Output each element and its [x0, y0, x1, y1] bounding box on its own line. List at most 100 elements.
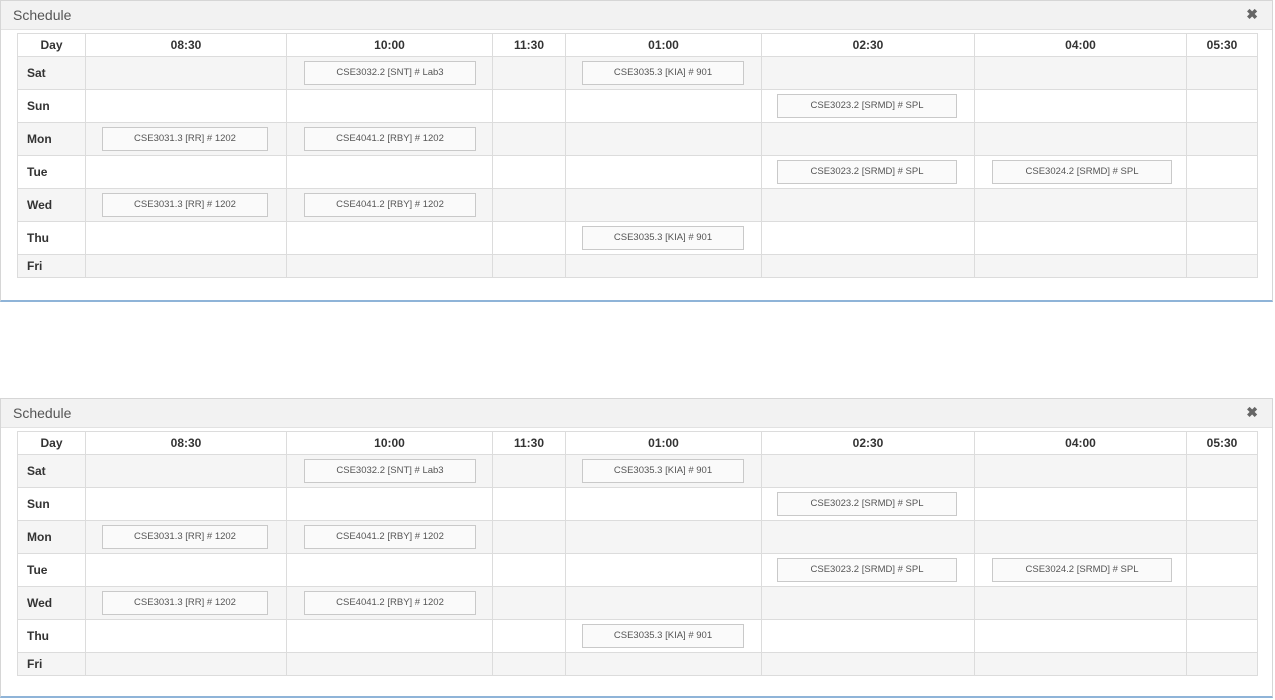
time-slot-cell [85, 619, 287, 653]
time-slot-cell: CSE3035.3 [KIA] # 901 [565, 619, 762, 653]
panel-title: Schedule [13, 7, 72, 23]
day-label: Wed [17, 188, 86, 222]
time-slot-cell [286, 254, 493, 278]
time-slot-cell [1186, 254, 1258, 278]
time-slot-cell [286, 221, 493, 255]
schedule-row: Wed CSE3031.3 [RR] # 1202 CSE4041.2 [RBY] … [17, 188, 1258, 222]
day-label: Tue [17, 553, 86, 587]
column-header-time: 05:30 [1186, 33, 1258, 57]
time-slot-cell [85, 487, 287, 521]
time-slot-cell [565, 652, 762, 676]
time-slot-cell [492, 122, 566, 156]
column-header-time: 05:30 [1186, 431, 1258, 455]
column-header-time: 02:30 [761, 431, 975, 455]
column-header-time: 11:30 [492, 33, 566, 57]
column-header-day: Day [17, 33, 86, 57]
day-label: Sat [17, 56, 86, 90]
time-slot-cell [974, 454, 1187, 488]
class-slot-button[interactable]: CSE4041.2 [RBY] # 1202 [304, 591, 476, 615]
time-slot-cell [761, 619, 975, 653]
time-slot-cell: CSE3023.2 [SRMD] # SPL [761, 487, 975, 521]
schedule-row: Fri [17, 254, 1258, 278]
time-slot-cell [492, 487, 566, 521]
time-slot-cell [1186, 188, 1258, 222]
class-slot-button[interactable]: CSE3031.3 [RR] # 1202 [102, 525, 268, 549]
time-slot-cell [974, 652, 1187, 676]
time-slot-cell [974, 221, 1187, 255]
class-slot-button[interactable]: CSE3023.2 [SRMD] # SPL [777, 160, 957, 184]
class-slot-button[interactable]: CSE4041.2 [RBY] # 1202 [304, 525, 476, 549]
time-slot-cell [492, 254, 566, 278]
time-slot-cell [492, 188, 566, 222]
class-slot-button[interactable]: CSE3035.3 [KIA] # 901 [582, 226, 744, 250]
time-slot-cell [1186, 122, 1258, 156]
column-header-time: 04:00 [974, 33, 1187, 57]
time-slot-cell [85, 652, 287, 676]
time-slot-cell: CSE4041.2 [RBY] # 1202 [286, 122, 493, 156]
time-slot-cell [565, 155, 762, 189]
time-slot-cell [286, 619, 493, 653]
class-slot-button[interactable]: CSE3032.2 [SNT] # Lab3 [304, 61, 476, 85]
time-slot-cell [492, 619, 566, 653]
schedule-row: Sat CSE3032.2 [SNT] # Lab3 CSE3035.3 [KIA]… [17, 454, 1258, 488]
day-label: Sun [17, 89, 86, 123]
time-slot-cell [492, 89, 566, 123]
time-slot-cell [1186, 553, 1258, 587]
time-slot-cell [85, 155, 287, 189]
time-slot-cell [492, 586, 566, 620]
time-slot-cell [565, 553, 762, 587]
time-slot-cell: CSE3035.3 [KIA] # 901 [565, 56, 762, 90]
time-slot-cell [492, 221, 566, 255]
time-slot-cell [974, 122, 1187, 156]
time-slot-cell [565, 586, 762, 620]
time-slot-cell [565, 89, 762, 123]
column-header-time: 10:00 [286, 431, 493, 455]
time-slot-cell [565, 122, 762, 156]
class-slot-button[interactable]: CSE3035.3 [KIA] # 901 [582, 624, 744, 648]
schedule-table: Day 08:30 10:00 11:30 01:00 02:30 04:00 05:30 S… [17, 431, 1258, 676]
schedule-row: Tue CSE3023.2 [SRMD] # SPL CSE3024.2 [SRMD… [17, 553, 1258, 587]
schedule-table: Day 08:30 10:00 11:30 01:00 02:30 04:00 05:30 S… [17, 33, 1258, 278]
class-slot-button[interactable]: CSE3023.2 [SRMD] # SPL [777, 94, 957, 118]
day-label: Mon [17, 520, 86, 554]
class-slot-button[interactable]: CSE3024.2 [SRMD] # SPL [992, 160, 1172, 184]
time-slot-cell [492, 520, 566, 554]
header-row: Day 08:30 10:00 11:30 01:00 02:30 04:00 05:30 [17, 431, 1258, 455]
class-slot-button[interactable]: CSE3031.3 [RR] # 1202 [102, 193, 268, 217]
close-icon[interactable]: ✖ [1246, 6, 1258, 23]
time-slot-cell: CSE3032.2 [SNT] # Lab3 [286, 454, 493, 488]
column-header-time: 02:30 [761, 33, 975, 57]
time-slot-cell [565, 254, 762, 278]
class-slot-button[interactable]: CSE3032.2 [SNT] # Lab3 [304, 459, 476, 483]
time-slot-cell [761, 122, 975, 156]
class-slot-button[interactable]: CSE4041.2 [RBY] # 1202 [304, 127, 476, 151]
time-slot-cell [85, 553, 287, 587]
class-slot-button[interactable]: CSE3023.2 [SRMD] # SPL [777, 558, 957, 582]
time-slot-cell [492, 553, 566, 587]
class-slot-button[interactable]: CSE4041.2 [RBY] # 1202 [304, 193, 476, 217]
time-slot-cell [85, 254, 287, 278]
class-slot-button[interactable]: CSE3023.2 [SRMD] # SPL [777, 492, 957, 516]
time-slot-cell: CSE4041.2 [RBY] # 1202 [286, 188, 493, 222]
class-slot-button[interactable]: CSE3031.3 [RR] # 1202 [102, 591, 268, 615]
time-slot-cell [1186, 454, 1258, 488]
time-slot-cell [761, 221, 975, 255]
time-slot-cell: CSE4041.2 [RBY] # 1202 [286, 520, 493, 554]
class-slot-button[interactable]: CSE3035.3 [KIA] # 901 [582, 459, 744, 483]
column-header-time: 10:00 [286, 33, 493, 57]
column-header-time: 08:30 [85, 431, 287, 455]
time-slot-cell [492, 155, 566, 189]
class-slot-button[interactable]: CSE3035.3 [KIA] # 901 [582, 61, 744, 85]
column-header-day: Day [17, 431, 86, 455]
close-icon[interactable]: ✖ [1246, 404, 1258, 421]
time-slot-cell [761, 454, 975, 488]
time-slot-cell [286, 652, 493, 676]
time-slot-cell [1186, 520, 1258, 554]
time-slot-cell [974, 89, 1187, 123]
class-slot-button[interactable]: CSE3024.2 [SRMD] # SPL [992, 558, 1172, 582]
time-slot-cell: CSE3031.3 [RR] # 1202 [85, 188, 287, 222]
time-slot-cell: CSE3031.3 [RR] # 1202 [85, 586, 287, 620]
time-slot-cell [565, 520, 762, 554]
class-slot-button[interactable]: CSE3031.3 [RR] # 1202 [102, 127, 268, 151]
time-slot-cell: CSE4041.2 [RBY] # 1202 [286, 586, 493, 620]
